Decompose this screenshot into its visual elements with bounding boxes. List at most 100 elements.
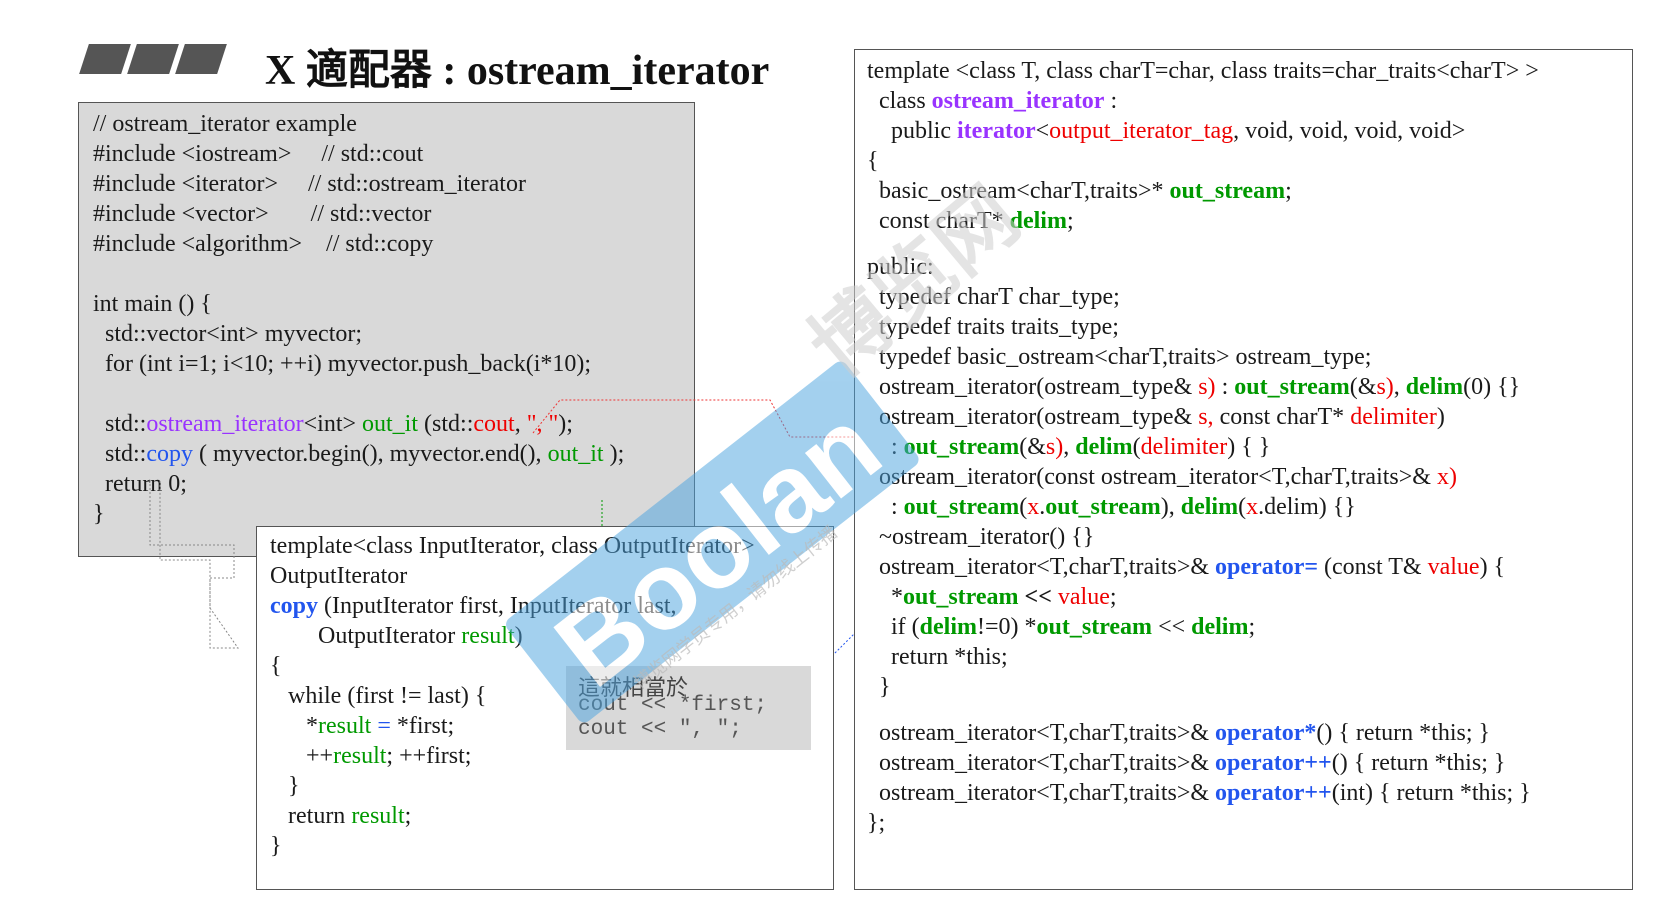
code-token: out_stream <box>1045 494 1161 520</box>
code-token: s) <box>1192 374 1216 400</box>
code-line: typedef basic_ostream<charT,traits> ostr… <box>867 344 1372 370</box>
code-token: x <box>1246 494 1259 520</box>
code-token: s) <box>1045 434 1064 460</box>
code-token: out_stream <box>903 494 1020 520</box>
code-line: template <class T, class charT=char, cla… <box>867 58 1539 84</box>
code-line-member-delim: const charT* delim; <box>867 208 1074 234</box>
code-token: delim <box>919 614 977 640</box>
code-line-operator-assign: ostream_iterator<T,charT,traits>& operat… <box>867 554 1506 580</box>
code-token: = <box>377 713 391 739</box>
code-line-ctor-1: ostream_iterator(ostream_type& s) : out_… <box>867 374 1521 400</box>
callout-code-line: cout << *first; <box>578 694 768 717</box>
code-line-class-decl: class ostream_iterator : <box>867 88 1118 114</box>
code-token: value <box>1427 554 1480 580</box>
code-line: typedef charT char_type; <box>867 284 1120 310</box>
code-line: } <box>93 501 105 527</box>
code-token: operator++ <box>1215 780 1332 806</box>
code-line-operator-postinc: ostream_iterator<T,charT,traits>& operat… <box>867 780 1531 806</box>
code-token: delimiter <box>1140 434 1228 460</box>
code-token: delim <box>1405 374 1464 400</box>
code-token: s) <box>1376 374 1394 400</box>
code-line: // ostream_iterator example <box>93 111 357 137</box>
code-token: out_stream <box>903 584 1019 610</box>
code-line-base-class: public iterator<output_iterator_tag, voi… <box>867 118 1466 144</box>
code-token: delim <box>1075 434 1133 460</box>
code-line: std::vector<int> myvector; <box>93 321 363 347</box>
code-token: delim <box>1191 614 1249 640</box>
code-token: result <box>351 803 405 829</box>
code-line: }; <box>867 810 886 836</box>
code-line: #include <algorithm> // std::copy <box>93 231 434 257</box>
code-line: template<class InputIterator, class Outp… <box>270 533 755 559</box>
code-line: #include <iostream> // std::cout <box>93 141 424 167</box>
code-token: result <box>318 713 372 739</box>
code-line: { <box>270 653 282 679</box>
code-token: operator* <box>1215 720 1317 746</box>
code-line: return 0; <box>93 471 187 497</box>
code-line-operator-deref: ostream_iterator<T,charT,traits>& operat… <box>867 720 1491 746</box>
code-token: delim <box>1009 208 1067 234</box>
code-token: out_stream <box>1169 178 1286 204</box>
code-line: public: <box>867 254 934 280</box>
code-token: out_stream <box>903 434 1020 460</box>
code-line: } <box>867 674 891 700</box>
title-bar-3 <box>175 44 227 74</box>
code-token: << <box>1024 584 1052 610</box>
code-token: copy <box>270 593 318 619</box>
code-line-ctor-2-init: : out_stream(&s), delim(delimiter) { } <box>867 434 1271 460</box>
code-line: } <box>270 773 300 799</box>
code-line: return result; <box>270 803 412 829</box>
code-line-copy-call: std::copy ( myvector.begin(), myvector.e… <box>93 441 625 467</box>
code-line: } <box>270 833 282 859</box>
code-line: while (first != last) { <box>270 683 487 709</box>
code-token: operator= <box>1215 554 1319 580</box>
code-token: output_iterator_tag <box>1049 118 1234 144</box>
code-token: ostream_iterator <box>931 88 1105 114</box>
code-token: s, <box>1192 404 1214 430</box>
code-line-ctor-2: ostream_iterator(ostream_type& s, const … <box>867 404 1445 430</box>
code-line: OutputIterator <box>270 563 408 589</box>
code-line: #include <vector> // std::vector <box>93 201 432 227</box>
equivalence-callout: 這就相當於 cout << *first; cout << ", "; <box>566 666 811 750</box>
code-line-assign: *result = *first; <box>270 713 455 739</box>
code-line-copy-ctor: ostream_iterator(const ostream_iterator<… <box>867 464 1457 490</box>
code-line-copy-signature: copy (InputIterator first, InputIterator… <box>270 593 677 619</box>
code-token: delim <box>1180 494 1239 520</box>
code-token: x) <box>1430 464 1457 490</box>
title-decoration-bars <box>78 44 228 76</box>
code-token: ", " <box>526 411 559 437</box>
code-line-write-delim: if (delim!=0) *out_stream << delim; <box>867 614 1256 640</box>
code-token: x <box>1027 494 1040 520</box>
code-token: result <box>333 743 387 769</box>
code-line: ~ostream_iterator() {} <box>867 524 1095 550</box>
code-line-copy-ctor-init: : out_stream(x.out_stream), delim(x.deli… <box>867 494 1356 520</box>
code-token: operator++ <box>1215 750 1332 776</box>
code-line: typedef traits traits_type; <box>867 314 1119 340</box>
example-code-box: // ostream_iterator example #include <io… <box>78 102 695 557</box>
code-token: delimiter <box>1350 404 1437 430</box>
code-line: ++result; ++first; <box>270 743 472 769</box>
code-line: for (int i=1; i<10; ++i) myvector.push_b… <box>93 351 592 377</box>
code-token: cout <box>473 411 515 437</box>
code-token: result <box>461 623 515 649</box>
code-token: value <box>1057 584 1110 610</box>
code-token: out_stream <box>1036 614 1153 640</box>
code-token: out_it <box>547 441 604 467</box>
code-line-member-out-stream: basic_ostream<charT,traits>* out_stream; <box>867 178 1292 204</box>
slide-title: X 適配器 : ostream_iterator <box>265 48 770 94</box>
code-line: int main () { <box>93 291 212 317</box>
code-line-operator-preinc: ostream_iterator<T,charT,traits>& operat… <box>867 750 1506 776</box>
ostream-iterator-definition-box: template <class T, class charT=char, cla… <box>854 49 1633 890</box>
code-line: OutputIterator result) <box>270 623 523 649</box>
code-line-ostream-iterator-decl: std::ostream_iterator<int> out_it (std::… <box>93 411 573 437</box>
code-token: out_it <box>362 411 419 437</box>
code-token: ostream_iterator <box>146 411 304 437</box>
code-token: out_stream <box>1234 374 1350 400</box>
code-token: iterator <box>957 118 1036 144</box>
title-bar-2 <box>127 44 179 74</box>
code-line-write-value: *out_stream << value; <box>867 584 1117 610</box>
code-token: copy <box>146 441 193 467</box>
callout-code-line: cout << ", "; <box>578 718 742 741</box>
title-bar-1 <box>79 44 131 74</box>
code-line: #include <iterator> // std::ostream_iter… <box>93 171 526 197</box>
